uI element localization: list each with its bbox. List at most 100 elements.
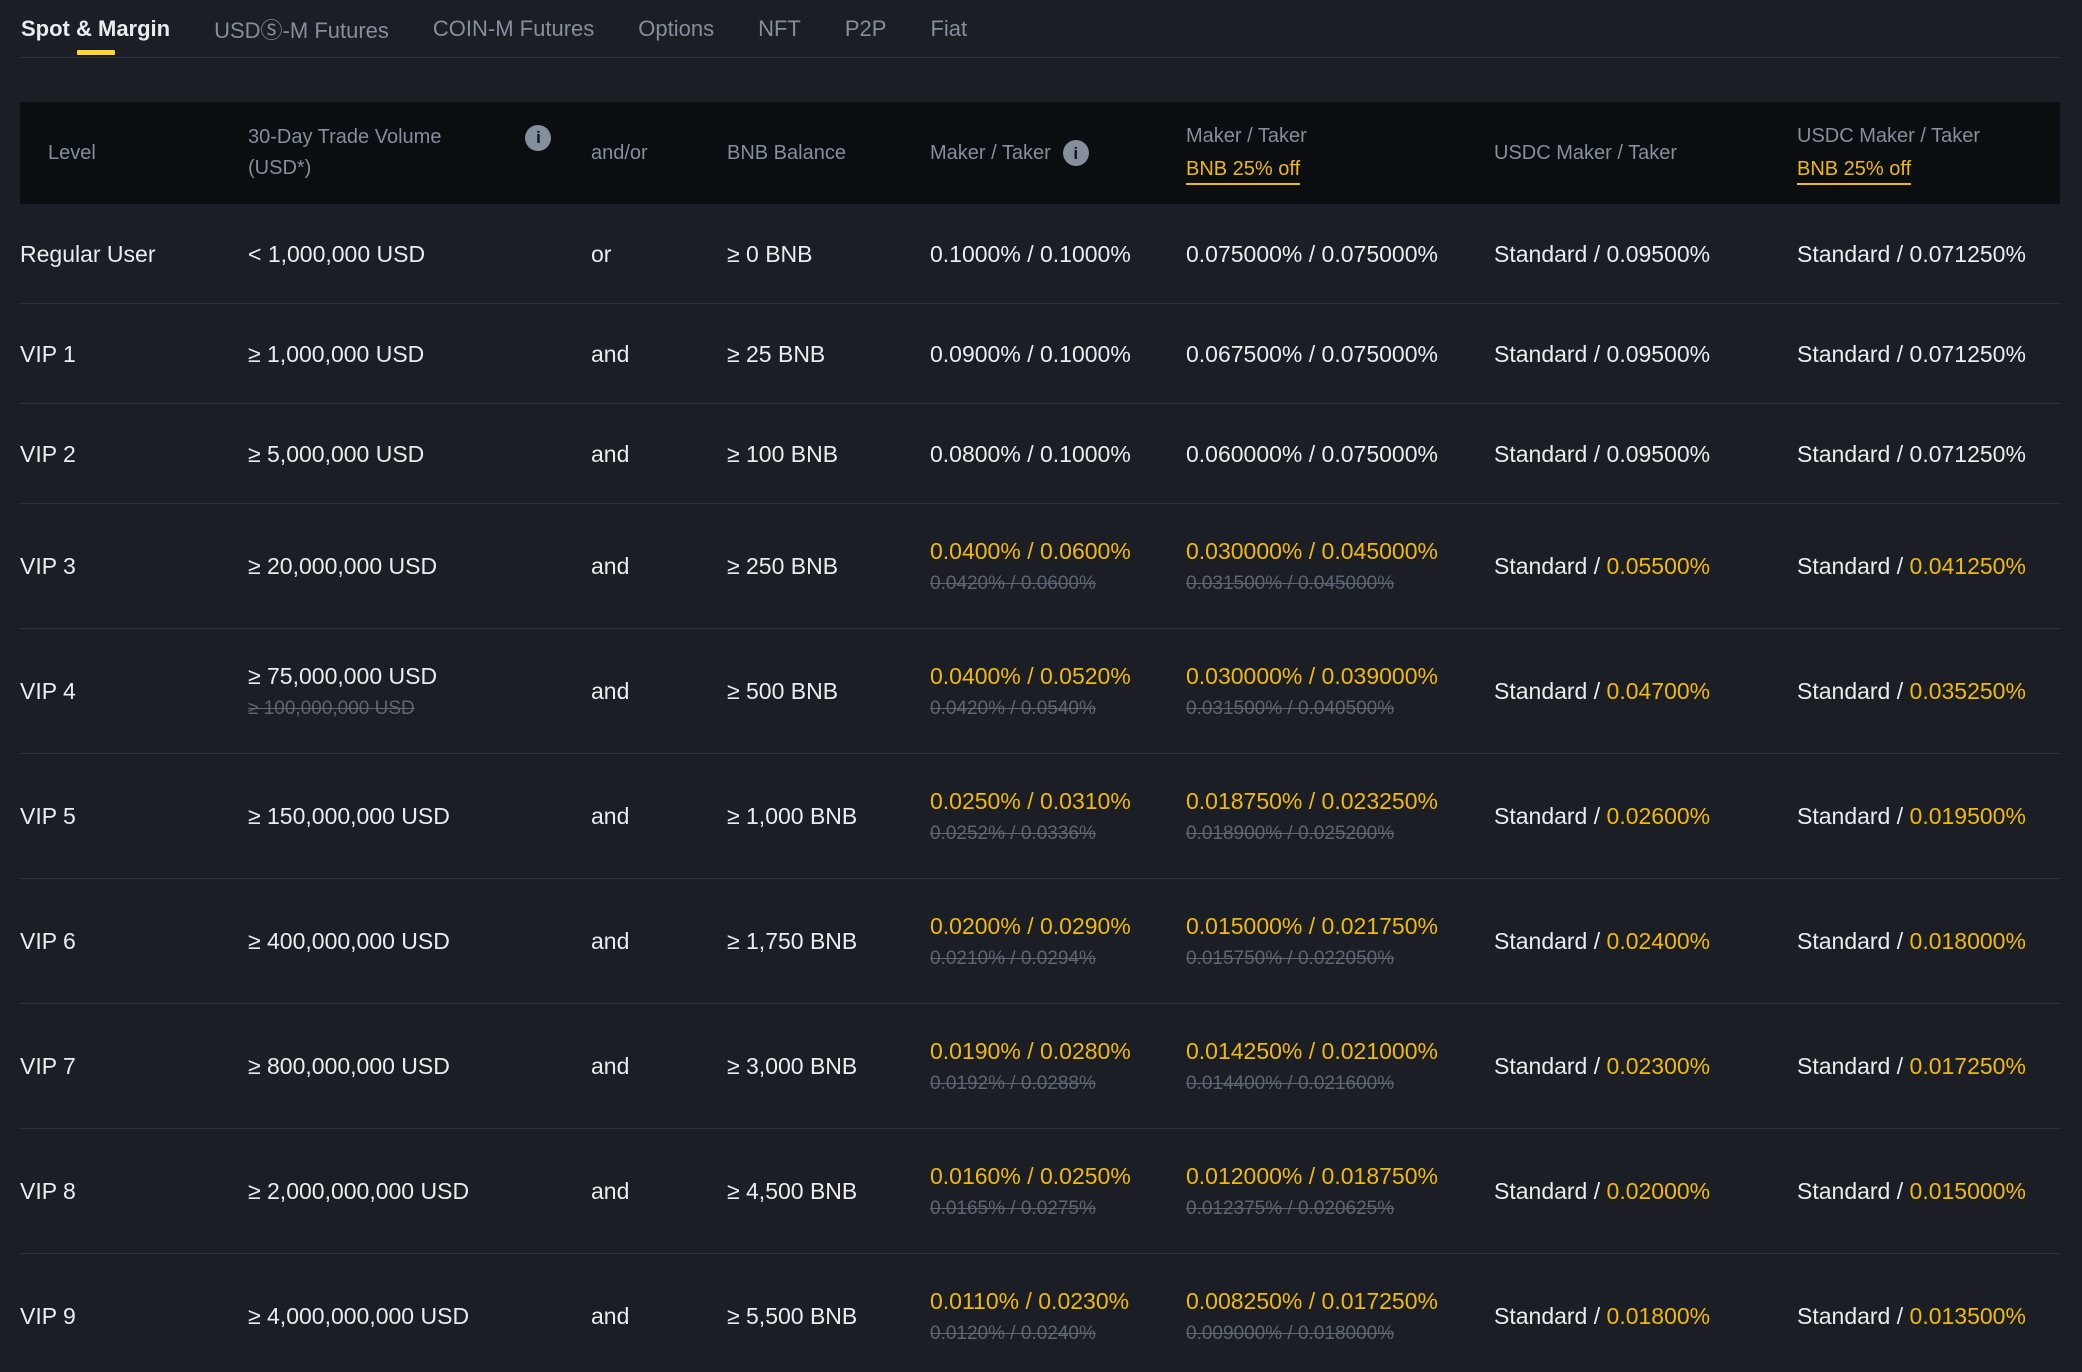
- header-maker-taker-bnb: Maker / Taker BNB 25% off: [1186, 121, 1494, 185]
- fee-current: or: [591, 241, 727, 267]
- fee-current: Standard / 0.02600%: [1494, 803, 1797, 829]
- fee-current: ≥ 800,000,000 USD: [248, 1053, 591, 1079]
- condition-cell: and: [591, 441, 727, 467]
- fee-current: ≥ 1,750 BNB: [727, 928, 930, 954]
- fee-current: ≥ 2,000,000,000 USD: [248, 1178, 591, 1204]
- level-cell c1: Regular User: [20, 241, 248, 267]
- tab-p2p[interactable]: P2P: [845, 0, 887, 57]
- header-usdc-maker-taker: USDC Maker / Taker: [1494, 138, 1797, 169]
- fee-previous: 0.0192% / 0.0288%: [930, 1073, 1186, 1094]
- fee-current: Standard / 0.041250%: [1797, 553, 2060, 579]
- usdc-maker-taker-cell: Standard / 0.09500%: [1494, 441, 1797, 467]
- maker-taker-cell: 0.0160% / 0.0250%0.0165% / 0.0275%: [930, 1163, 1186, 1219]
- header-level-label: Level: [48, 142, 96, 164]
- usdc-maker-taker-bnb-cell: Standard / 0.071250%: [1797, 341, 2060, 367]
- fee-current: VIP 4: [20, 678, 248, 704]
- tab-usd-m-futures[interactable]: USDⓈ-M Futures: [214, 0, 389, 57]
- tab-fiat[interactable]: Fiat: [930, 0, 967, 57]
- fee-current: Standard / 0.02300%: [1494, 1053, 1797, 1079]
- fee-current: 0.018750% / 0.023250%: [1186, 788, 1494, 814]
- info-icon[interactable]: i: [525, 125, 551, 151]
- usdc-taker-value: 0.05500%: [1607, 553, 1711, 579]
- fee-current: ≥ 250 BNB: [727, 553, 930, 579]
- usdc-taker-value: 0.01800%: [1607, 1303, 1711, 1329]
- usdc-taker-value: 0.041250%: [1910, 553, 2026, 579]
- fee-current: 0.0900% / 0.1000%: [930, 341, 1186, 367]
- volume-cell: ≥ 5,000,000 USD: [248, 441, 591, 467]
- usdc-taker-value: 0.09500%: [1607, 241, 1711, 267]
- fee-previous: 0.0420% / 0.0540%: [930, 698, 1186, 719]
- fee-current: ≥ 4,000,000,000 USD: [248, 1303, 591, 1329]
- header-maker-taker-label: Maker / Taker: [930, 138, 1051, 169]
- maker-taker-cell: 0.0400% / 0.0600%0.0420% / 0.0600%: [930, 538, 1186, 594]
- tab-spot-margin[interactable]: Spot & Margin: [21, 0, 170, 57]
- usdc-taker-value: 0.017250%: [1910, 1053, 2026, 1079]
- maker-taker-cell: 0.0200% / 0.0290%0.0210% / 0.0294%: [930, 913, 1186, 969]
- info-icon[interactable]: i: [1063, 140, 1089, 166]
- fee-previous: 0.009000% / 0.018000%: [1186, 1323, 1494, 1344]
- fee-current: Standard / 0.015000%: [1797, 1178, 2060, 1204]
- fee-current: 0.0250% / 0.0310%: [930, 788, 1186, 814]
- fee-current: and: [591, 1303, 727, 1329]
- condition-cell: and: [591, 341, 727, 367]
- fee-previous: 0.031500% / 0.040500%: [1186, 698, 1494, 719]
- maker-taker-bnb-cell: 0.018750% / 0.023250%0.018900% / 0.02520…: [1186, 788, 1494, 844]
- usdc-taker-value: 0.071250%: [1910, 341, 2026, 367]
- maker-taker-bnb-cell: 0.067500% / 0.075000%: [1186, 341, 1494, 367]
- usdc-standard-prefix: Standard /: [1494, 341, 1607, 367]
- usdc-taker-value: 0.09500%: [1607, 341, 1711, 367]
- usdc-taker-value: 0.02300%: [1607, 1053, 1711, 1079]
- usdc-maker-taker-cell: Standard / 0.04700%: [1494, 678, 1797, 704]
- fee-current: VIP 6: [20, 928, 248, 954]
- fee-current: and: [591, 928, 727, 954]
- fee-current: 0.015000% / 0.021750%: [1186, 913, 1494, 939]
- tab-nft[interactable]: NFT: [758, 0, 801, 57]
- fee-previous: 0.015750% / 0.022050%: [1186, 948, 1494, 969]
- usdc-maker-taker-cell: Standard / 0.02300%: [1494, 1053, 1797, 1079]
- fee-current: VIP 3: [20, 553, 248, 579]
- usdc-standard-prefix: Standard /: [1494, 678, 1607, 704]
- fee-current: 0.012000% / 0.018750%: [1186, 1163, 1494, 1189]
- fee-row-vip-5: VIP 5≥ 150,000,000 USDand≥ 1,000 BNB0.02…: [20, 754, 2060, 879]
- maker-taker-bnb-cell: 0.012000% / 0.018750%0.012375% / 0.02062…: [1186, 1163, 1494, 1219]
- fee-current: VIP 7: [20, 1053, 248, 1079]
- tab-options[interactable]: Options: [638, 0, 714, 57]
- fee-current: 0.0800% / 0.1000%: [930, 441, 1186, 467]
- level-cell c1: VIP 6: [20, 928, 248, 954]
- usdc-standard-prefix: Standard /: [1797, 341, 1910, 367]
- bnb-balance-cell: ≥ 4,500 BNB: [727, 1178, 930, 1204]
- bnb-discount-link[interactable]: BNB 25% off: [1186, 157, 1300, 185]
- bnb-balance-cell: ≥ 1,000 BNB: [727, 803, 930, 829]
- usdc-standard-prefix: Standard /: [1797, 1053, 1910, 1079]
- bnb-discount-link[interactable]: BNB 25% off: [1797, 157, 1911, 185]
- volume-cell: ≥ 150,000,000 USD: [248, 803, 591, 829]
- usdc-maker-taker-cell: Standard / 0.09500%: [1494, 241, 1797, 267]
- usdc-taker-value: 0.09500%: [1607, 441, 1711, 467]
- level-cell c1: VIP 5: [20, 803, 248, 829]
- usdc-maker-taker-cell: Standard / 0.09500%: [1494, 341, 1797, 367]
- fee-current: ≥ 0 BNB: [727, 241, 930, 267]
- header-andor: and/or: [591, 138, 727, 169]
- fee-current: and: [591, 341, 727, 367]
- usdc-standard-prefix: Standard /: [1797, 928, 1910, 954]
- maker-taker-cell: 0.0110% / 0.0230%0.0120% / 0.0240%: [930, 1288, 1186, 1344]
- fee-previous: 0.0165% / 0.0275%: [930, 1198, 1186, 1219]
- usdc-standard-prefix: Standard /: [1797, 803, 1910, 829]
- fee-current: Standard / 0.071250%: [1797, 241, 2060, 267]
- usdc-standard-prefix: Standard /: [1494, 803, 1607, 829]
- tab-coin-m-futures[interactable]: COIN-M Futures: [433, 0, 594, 57]
- usdc-standard-prefix: Standard /: [1494, 441, 1607, 467]
- fee-current: VIP 5: [20, 803, 248, 829]
- fee-row-vip-6: VIP 6≥ 400,000,000 USDand≥ 1,750 BNB0.02…: [20, 879, 2060, 1004]
- maker-taker-cell: 0.0250% / 0.0310%0.0252% / 0.0336%: [930, 788, 1186, 844]
- level-cell c1: VIP 3: [20, 553, 248, 579]
- condition-cell: and: [591, 678, 727, 704]
- fee-table: Level 30-Day Trade Volume i (USD*) and/o…: [20, 102, 2060, 1372]
- header-level: Level: [20, 138, 248, 169]
- fee-current: Standard / 0.09500%: [1494, 441, 1797, 467]
- fee-current: and: [591, 441, 727, 467]
- header-usdc-maker-taker-bnb: USDC Maker / Taker BNB 25% off: [1797, 121, 2060, 185]
- bnb-balance-cell: ≥ 3,000 BNB: [727, 1053, 930, 1079]
- fee-current: Standard / 0.09500%: [1494, 341, 1797, 367]
- level-cell c1: VIP 8: [20, 1178, 248, 1204]
